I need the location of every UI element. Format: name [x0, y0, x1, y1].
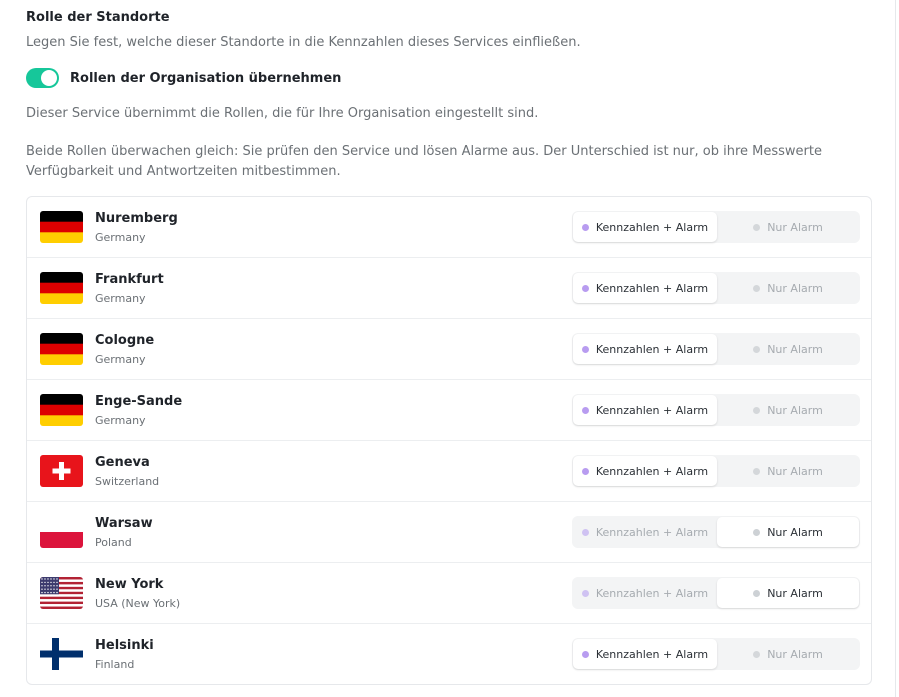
- metrics-alarm-option[interactable]: Kennzahlen + Alarm: [573, 273, 717, 303]
- inherit-roles-toggle-row[interactable]: Rollen der Organisation übernehmen: [26, 68, 341, 88]
- poland-flag-icon: [40, 516, 83, 548]
- metrics-alarm-option[interactable]: Kennzahlen + Alarm: [573, 517, 717, 547]
- finland-flag-icon: [40, 638, 83, 670]
- alarm-only-option[interactable]: Nur Alarm: [717, 334, 859, 364]
- metrics-alarm-option[interactable]: Kennzahlen + Alarm: [573, 639, 717, 669]
- section-description: Legen Sie fest, welche dieser Standorte …: [26, 35, 581, 50]
- role-segmented-control: Kennzahlen + Alarm Nur Alarm: [572, 333, 860, 365]
- alarm-dot-icon: [753, 467, 761, 475]
- location-list: Nuremberg Germany Kennzahlen + Alarm Nur Al…: [26, 196, 872, 685]
- location-country: Germany: [95, 231, 146, 244]
- role-segmented-control: Kennzahlen + Alarm Nur Alarm: [572, 211, 860, 243]
- alarm-dot-icon: [753, 650, 761, 658]
- germany-flag-icon: [40, 211, 83, 243]
- location-city: New York: [95, 577, 164, 592]
- location-city: Nuremberg: [95, 211, 178, 226]
- roles-explanation-text: Beide Rollen überwachen gleich: Sie prüf…: [26, 144, 822, 179]
- metrics-alarm-label: Kennzahlen + Alarm: [595, 586, 709, 600]
- metrics-alarm-option[interactable]: Kennzahlen + Alarm: [573, 578, 717, 608]
- alarm-dot-icon: [753, 589, 761, 597]
- alarm-only-option[interactable]: Nur Alarm: [717, 456, 859, 486]
- alarm-only-label: Nur Alarm: [767, 586, 823, 600]
- alarm-only-option[interactable]: Nur Alarm: [717, 517, 859, 547]
- alarm-only-label: Nur Alarm: [767, 281, 823, 295]
- metrics-dot-icon: [581, 406, 589, 414]
- location-city: Enge-Sande: [95, 394, 183, 409]
- location-country: Germany: [95, 292, 146, 305]
- alarm-only-option[interactable]: Nur Alarm: [717, 212, 859, 242]
- alarm-only-label: Nur Alarm: [767, 342, 823, 356]
- metrics-alarm-option[interactable]: Kennzahlen + Alarm: [573, 395, 717, 425]
- metrics-dot-icon: [581, 284, 589, 292]
- alarm-only-option[interactable]: Nur Alarm: [717, 395, 859, 425]
- location-country: Germany: [95, 353, 146, 366]
- location-country: Poland: [95, 536, 132, 549]
- location-country: Germany: [95, 414, 146, 427]
- usa-flag-icon: [40, 577, 83, 609]
- alarm-dot-icon: [753, 284, 761, 292]
- metrics-alarm-label: Kennzahlen + Alarm: [595, 403, 709, 417]
- location-city: Frankfurt: [95, 272, 164, 287]
- switzerland-flag-icon: [40, 455, 83, 487]
- alarm-dot-icon: [753, 528, 761, 536]
- location-row: Cologne Germany Kennzahlen + Alarm Nur Alar…: [27, 319, 871, 380]
- alarm-only-option[interactable]: Nur Alarm: [717, 273, 859, 303]
- role-segmented-control: Kennzahlen + Alarm Nur Alarm: [572, 638, 860, 670]
- germany-flag-icon: [40, 272, 83, 304]
- metrics-alarm-label: Kennzahlen + Alarm: [595, 342, 709, 356]
- toggle-knob: [41, 70, 57, 86]
- location-row: Enge-Sande Germany Kennzahlen + Alarm Nur A…: [27, 380, 871, 441]
- location-country: USA (New York): [95, 597, 181, 610]
- location-country: Switzerland: [95, 475, 160, 488]
- location-city: Geneva: [95, 455, 150, 470]
- metrics-dot-icon: [581, 467, 589, 475]
- germany-flag-icon: [40, 333, 83, 365]
- role-segmented-control: Kennzahlen + Alarm Nur Alarm: [572, 455, 860, 487]
- metrics-dot-icon: [581, 589, 589, 597]
- role-segmented-control: Kennzahlen + Alarm Nur Alarm: [572, 394, 860, 426]
- location-row: Warsaw Poland Kennzahlen + Alarm Nur Alarm: [27, 502, 871, 563]
- location-city: Helsinki: [95, 638, 154, 653]
- alarm-only-label: Nur Alarm: [767, 464, 823, 478]
- inherit-info-text: Dieser Service übernimmt die Rollen, die…: [26, 106, 539, 121]
- alarm-dot-icon: [753, 223, 761, 231]
- metrics-alarm-option[interactable]: Kennzahlen + Alarm: [573, 334, 717, 364]
- metrics-dot-icon: [581, 650, 589, 658]
- role-segmented-control: Kennzahlen + Alarm Nur Alarm: [572, 272, 860, 304]
- metrics-alarm-label: Kennzahlen + Alarm: [595, 464, 709, 478]
- alarm-only-option[interactable]: Nur Alarm: [717, 639, 859, 669]
- metrics-alarm-label: Kennzahlen + Alarm: [595, 281, 709, 295]
- germany-flag-icon: [40, 394, 83, 426]
- panel-border: [895, 0, 896, 697]
- inherit-roles-label: Rollen der Organisation übernehmen: [70, 70, 342, 86]
- role-segmented-control: Kennzahlen + Alarm Nur Alarm: [572, 577, 860, 609]
- location-row: Frankfurt Germany Kennzahlen + Alarm Nur Al…: [27, 258, 871, 319]
- alarm-only-label: Nur Alarm: [767, 403, 823, 417]
- location-city: Cologne: [95, 333, 155, 348]
- section-title: Rolle der Standorte: [26, 10, 170, 25]
- metrics-alarm-label: Kennzahlen + Alarm: [595, 220, 709, 234]
- alarm-dot-icon: [753, 406, 761, 414]
- location-row: Nuremberg Germany Kennzahlen + Alarm Nur Al…: [27, 197, 871, 258]
- role-segmented-control: Kennzahlen + Alarm Nur Alarm: [572, 516, 860, 548]
- location-row: New York USA (New York) Kennzahlen + Alarm…: [27, 563, 871, 624]
- metrics-alarm-label: Kennzahlen + Alarm: [595, 647, 709, 661]
- location-country: Finland: [95, 658, 135, 671]
- metrics-alarm-option[interactable]: Kennzahlen + Alarm: [573, 456, 717, 486]
- alarm-only-option[interactable]: Nur Alarm: [717, 578, 859, 608]
- alarm-only-label: Nur Alarm: [767, 525, 823, 539]
- inherit-roles-toggle[interactable]: [26, 68, 59, 88]
- metrics-alarm-label: Kennzahlen + Alarm: [595, 525, 709, 539]
- metrics-alarm-option[interactable]: Kennzahlen + Alarm: [573, 212, 717, 242]
- alarm-only-label: Nur Alarm: [767, 220, 823, 234]
- location-row: Helsinki Finland Kennzahlen + Alarm Nur Ala…: [27, 624, 871, 684]
- location-city: Warsaw: [95, 516, 153, 531]
- metrics-dot-icon: [581, 223, 589, 231]
- location-row: Geneva Switzerland Kennzahlen + Alarm Nur A…: [27, 441, 871, 502]
- metrics-dot-icon: [581, 345, 589, 353]
- alarm-only-label: Nur Alarm: [767, 647, 823, 661]
- metrics-dot-icon: [581, 528, 589, 536]
- alarm-dot-icon: [753, 345, 761, 353]
